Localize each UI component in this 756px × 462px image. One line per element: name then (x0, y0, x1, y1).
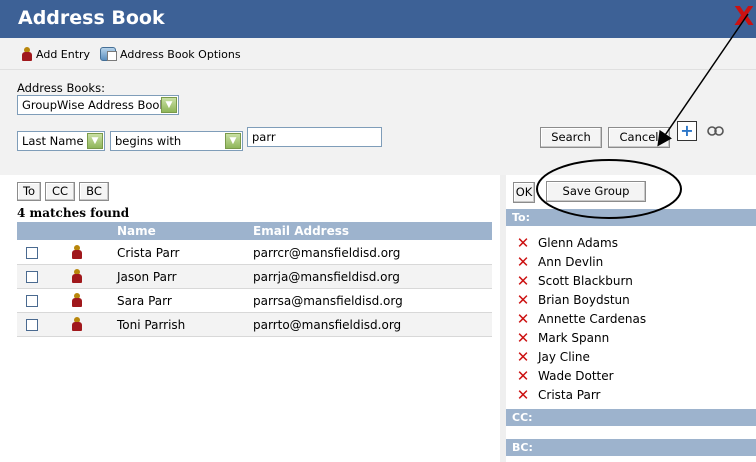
group-member: ✕ Wade Dotter (516, 366, 614, 385)
table-row[interactable]: Toni Parrish parrto@mansfieldisd.org (17, 313, 492, 337)
remove-icon[interactable]: ✕ (516, 254, 530, 269)
address-book-icon (100, 47, 117, 61)
group-member: ✕ Mark Spann (516, 328, 610, 347)
results-summary: 4 matches found (17, 206, 130, 220)
contact-name: Sara Parr (117, 294, 172, 308)
contact-name: Crista Parr (117, 246, 180, 260)
remove-icon[interactable]: ✕ (516, 349, 530, 364)
remove-icon[interactable]: ✕ (516, 387, 530, 402)
results-table-header: Name Email Address (17, 222, 492, 240)
contact-email: parrto@mansfieldisd.org (253, 318, 402, 332)
group-member: ✕ Jay Cline (516, 347, 590, 366)
remove-icon[interactable]: ✕ (516, 311, 530, 326)
search-field-value: Last Name (22, 134, 84, 148)
member-name: Mark Spann (538, 330, 610, 345)
address-book-select[interactable]: GroupWise Address Book ▼ (17, 95, 179, 115)
remove-icon[interactable]: ✕ (516, 368, 530, 383)
member-name: Brian Boydstun (538, 292, 630, 307)
chevron-down-icon: ▼ (161, 97, 177, 113)
address-book-options-button[interactable]: Address Book Options (100, 47, 241, 61)
remove-icon[interactable]: ✕ (516, 330, 530, 345)
name-column-header[interactable]: Name (117, 224, 156, 238)
cc-button[interactable]: CC (45, 182, 75, 201)
contact-email: parrja@mansfieldisd.org (253, 270, 400, 284)
chevron-down-icon: ▼ (225, 133, 241, 149)
table-row[interactable]: Sara Parr parrsa@mansfieldisd.org (17, 289, 492, 313)
group-member: ✕ Glenn Adams (516, 233, 618, 252)
remove-icon[interactable]: ✕ (516, 292, 530, 307)
member-name: Annette Cardenas (538, 311, 647, 326)
to-section-header: To: (506, 209, 756, 226)
table-row[interactable]: Jason Parr parrja@mansfieldisd.org (17, 265, 492, 289)
contact-email: parrsa@mansfieldisd.org (253, 294, 403, 308)
toolbar: Add Entry Address Book Options (0, 38, 756, 70)
address-book-select-value: GroupWise Address Book (22, 98, 167, 112)
search-operator-value: begins with (115, 134, 182, 148)
add-entry-label: Add Entry (36, 47, 91, 61)
search-field-select[interactable]: Last Name ▼ (17, 131, 105, 151)
contact-name: Jason Parr (117, 270, 177, 284)
address-book-options-label: Address Book Options (120, 47, 241, 61)
row-checkbox[interactable] (26, 247, 38, 259)
remove-icon[interactable]: ✕ (516, 235, 530, 250)
member-name: Jay Cline (538, 349, 590, 364)
member-name: Glenn Adams (538, 235, 618, 250)
email-column-header[interactable]: Email Address (253, 224, 349, 238)
person-icon (72, 269, 82, 283)
remove-icon[interactable]: ✕ (516, 273, 530, 288)
group-member: ✕ Ann Devlin (516, 252, 604, 271)
search-button[interactable]: Search (540, 127, 602, 148)
contact-name: Toni Parrish (117, 318, 186, 332)
bc-button[interactable]: BC (79, 182, 109, 201)
row-checkbox[interactable] (26, 271, 38, 283)
add-entry-button[interactable]: Add Entry (22, 47, 90, 61)
person-icon (72, 293, 82, 307)
group-member: ✕ Annette Cardenas (516, 309, 646, 328)
contact-email: parrcr@mansfieldisd.org (253, 246, 401, 260)
bc-section-header: BC: (506, 439, 756, 456)
add-to-group-button[interactable]: + (677, 121, 697, 141)
member-name: Scott Blackburn (538, 273, 633, 288)
person-icon (72, 245, 82, 259)
search-input[interactable]: parr (247, 127, 382, 147)
search-operator-select[interactable]: begins with ▼ (110, 131, 243, 151)
search-panel (0, 70, 756, 175)
member-name: Crista Parr (538, 387, 601, 402)
ok-button[interactable]: OK (513, 182, 535, 203)
cancel-button[interactable]: Cancel (608, 127, 670, 148)
cc-section-header: CC: (506, 409, 756, 426)
group-member: ✕ Crista Parr (516, 385, 601, 404)
member-name: Wade Dotter (538, 368, 614, 383)
group-member: ✕ Scott Blackburn (516, 271, 633, 290)
person-icon (72, 317, 82, 331)
row-checkbox[interactable] (26, 319, 38, 331)
person-icon (22, 47, 32, 61)
save-group-button[interactable]: Save Group (546, 181, 646, 202)
link-icon[interactable] (706, 125, 726, 137)
group-member: ✕ Brian Boydstun (516, 290, 630, 309)
window-title: Address Book (18, 7, 165, 29)
close-icon[interactable]: X (734, 4, 754, 30)
address-books-label: Address Books: (17, 81, 105, 95)
member-name: Ann Devlin (538, 254, 604, 269)
to-button[interactable]: To (17, 182, 41, 201)
table-row[interactable]: Crista Parr parrcr@mansfieldisd.org (17, 241, 492, 265)
row-checkbox[interactable] (26, 295, 38, 307)
chevron-down-icon: ▼ (87, 133, 103, 149)
